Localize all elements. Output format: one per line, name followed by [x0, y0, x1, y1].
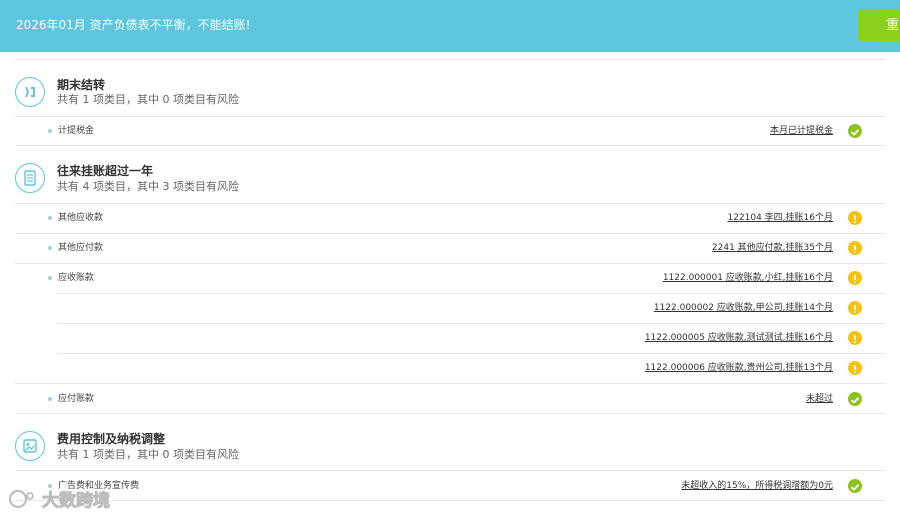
divider: [15, 413, 885, 414]
row-label: 计提税金: [58, 126, 95, 136]
bullet-dot: [48, 216, 52, 220]
divider: [15, 59, 885, 60]
warning-icon: [848, 241, 862, 255]
warning-icon: [848, 301, 862, 315]
divider: [15, 145, 885, 146]
section-title: 往来挂账超过一年: [57, 164, 154, 178]
divider: [57, 323, 885, 324]
section-summary: 共有 4 项类目，其中 3 项类目有风险: [57, 180, 239, 193]
ledger-icon: [15, 163, 45, 193]
section-summary: 共有 1 项类目，其中 0 项类目有风险: [57, 93, 239, 106]
check-icon: [848, 124, 862, 138]
bullet-dot: [48, 397, 52, 401]
svg-text:大数跨境: 大数跨境: [42, 490, 110, 511]
row-detail-link[interactable]: 1122.000006 应收账款,贵州公司,挂账13个月: [645, 362, 833, 374]
warning-icon: [848, 271, 862, 285]
warning-icon: [848, 211, 862, 225]
bullet-dot: [48, 129, 52, 133]
divider: [15, 383, 885, 384]
row-detail-link[interactable]: 2241 其他应付款,挂账35个月: [712, 242, 833, 254]
watermark-logo: 大数跨境: [6, 486, 156, 514]
row-detail-link[interactable]: 未超过: [806, 393, 833, 405]
bullet-dot: [48, 246, 52, 250]
divider: [15, 116, 885, 117]
divider: [15, 263, 885, 264]
warning-icon: [848, 331, 862, 345]
tax-control-icon: [15, 431, 45, 461]
section-title: 期末结转: [57, 78, 106, 92]
warning-icon: [848, 361, 862, 375]
check-icon: [848, 479, 862, 493]
status-banner: 2026年01月 资产负债表不平衡，不能结账! 重: [0, 0, 900, 52]
row-label: 其他应收款: [58, 213, 104, 223]
divider: [57, 353, 885, 354]
banner-message: 2026年01月 资产负债表不平衡，不能结账!: [16, 18, 251, 32]
section-summary: 共有 1 项类目，其中 0 项类目有风险: [57, 448, 239, 461]
row-label: 其他应付款: [58, 243, 104, 253]
transfer-icon: [15, 77, 45, 107]
divider: [15, 470, 885, 471]
row-detail-link[interactable]: 1122.000005 应收账款,测试测试,挂账16个月: [645, 332, 833, 344]
row-detail-link[interactable]: 本月已计提税金: [770, 125, 833, 137]
divider: [57, 293, 885, 294]
section-title: 费用控制及纳税调整: [57, 432, 166, 446]
bullet-dot: [48, 276, 52, 280]
divider: [15, 233, 885, 234]
check-icon: [848, 392, 862, 406]
recheck-button[interactable]: 重: [858, 10, 900, 41]
row-detail-link[interactable]: 未超收入的15%，所得税调增额为0元: [681, 480, 833, 492]
row-detail-link[interactable]: 1122.000001 应收账款,小红,挂账16个月: [663, 272, 833, 284]
divider: [15, 203, 885, 204]
row-detail-link[interactable]: 122104 李四,挂账16个月: [727, 212, 833, 224]
row-detail-link[interactable]: 1122.000002 应收账款,甲公司,挂账14个月: [654, 302, 833, 314]
row-label: 应付账款: [58, 394, 95, 404]
row-label: 应收账款: [58, 273, 95, 283]
